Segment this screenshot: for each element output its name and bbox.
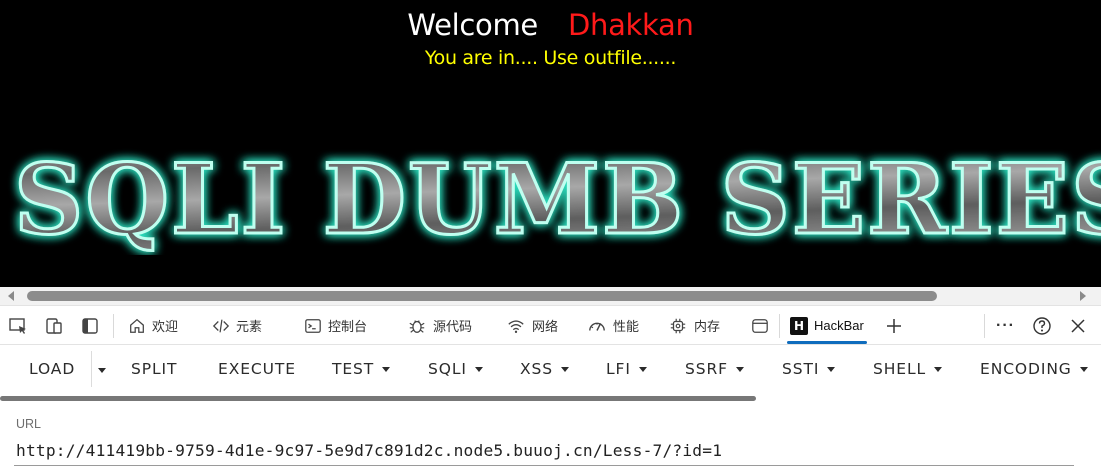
lfi-menu-button[interactable]: LFI xyxy=(606,345,647,393)
sqli-menu-button[interactable]: SQLI xyxy=(428,345,483,393)
button-label: ENCODING xyxy=(980,360,1072,378)
window-icon xyxy=(752,318,768,333)
tab-elements[interactable]: 元素 xyxy=(212,306,262,345)
scrollbar-thumb[interactable] xyxy=(27,291,937,301)
tab-label: 源代码 xyxy=(433,319,473,334)
dock-sidebar-icon[interactable] xyxy=(80,316,100,336)
execute-button[interactable]: EXECUTE xyxy=(218,345,296,393)
chevron-down-icon xyxy=(638,366,647,372)
ssti-menu-button[interactable]: SSTI xyxy=(782,345,836,393)
bug-icon xyxy=(409,319,425,333)
url-label: URL xyxy=(16,417,42,431)
button-label: TEST xyxy=(332,360,375,378)
split-button[interactable]: SPLIT xyxy=(131,345,177,393)
button-label: SSTI xyxy=(782,360,820,378)
tab-label: 元素 xyxy=(236,319,263,334)
close-icon[interactable] xyxy=(1068,316,1088,336)
home-icon xyxy=(130,318,144,333)
help-icon[interactable] xyxy=(1032,316,1052,336)
tab-console[interactable]: 控制台 xyxy=(304,306,367,345)
hackbar-toolbar: LOAD SPLIT EXECUTE TEST SQLI XSS LFI SSR… xyxy=(0,345,1101,395)
chevron-down-icon xyxy=(1079,366,1088,372)
tab-application[interactable] xyxy=(750,306,776,345)
code-icon xyxy=(212,319,230,332)
tab-network[interactable]: 网络 xyxy=(506,306,558,345)
tab-memory[interactable]: 内存 xyxy=(668,306,720,345)
devtools-tabbar: 欢迎 元素 控制台 源代码 网络 性能 内存 H HackBar ··· xyxy=(0,305,1101,345)
url-input[interactable]: http://411419bb-9759-4d1e-9c97-5e9d7c891… xyxy=(16,441,722,460)
page-viewport: Welcome Dhakkan You are in.... Use outfil… xyxy=(0,0,1101,287)
tab-separator xyxy=(779,314,780,338)
button-label: SQLI xyxy=(428,360,467,378)
scroll-right-arrow-icon[interactable] xyxy=(1080,291,1086,301)
tab-hackbar[interactable]: H HackBar xyxy=(787,306,867,345)
chevron-down-icon xyxy=(934,366,943,372)
wifi-icon xyxy=(508,319,524,333)
scroll-left-arrow-icon[interactable] xyxy=(8,291,14,301)
welcome-text: Welcome xyxy=(407,8,538,42)
tab-label: 控制台 xyxy=(328,319,368,334)
tab-label: 网络 xyxy=(532,319,559,334)
chevron-down-icon xyxy=(474,366,483,372)
add-tab-icon[interactable] xyxy=(884,316,904,336)
tab-performance[interactable]: 性能 xyxy=(587,306,639,345)
more-tools-button[interactable]: ··· xyxy=(996,306,1015,345)
encoding-menu-button[interactable]: ENCODING xyxy=(980,345,1088,393)
shell-menu-button[interactable]: SHELL xyxy=(873,345,943,393)
load-button[interactable]: LOAD xyxy=(29,345,75,393)
button-label: SHELL xyxy=(873,360,927,378)
gauge-icon xyxy=(589,322,605,331)
load-dropdown-icon[interactable] xyxy=(96,366,108,374)
tab-label: 性能 xyxy=(613,319,640,334)
chevron-down-icon xyxy=(827,366,836,372)
hackbar-logo-icon: H xyxy=(790,316,808,335)
chip-icon xyxy=(670,318,686,333)
welcome-line: Welcome Dhakkan xyxy=(0,8,1101,42)
tab-label: 欢迎 xyxy=(152,319,179,334)
load-split-separator xyxy=(91,351,92,387)
banner-logo: SQLI DUMB SERIES xyxy=(13,145,1101,255)
url-underline xyxy=(14,465,1074,466)
chevron-down-icon xyxy=(382,366,391,372)
tab-label: 内存 xyxy=(694,319,721,334)
test-menu-button[interactable]: TEST xyxy=(332,345,391,393)
chevron-down-icon xyxy=(561,366,569,372)
user-name: Dhakkan xyxy=(567,8,694,42)
button-label: LFI xyxy=(606,360,631,378)
tab-separator xyxy=(113,314,114,338)
banner-text: SQLI DUMB SERIES xyxy=(14,145,1101,255)
horizontal-scrollbar[interactable] xyxy=(0,287,1101,305)
tab-label: HackBar xyxy=(814,318,864,333)
xss-menu-button[interactable]: XSS xyxy=(520,345,569,393)
device-emulation-icon[interactable] xyxy=(44,316,64,336)
chevron-down-icon xyxy=(735,366,744,372)
button-label: SSRF xyxy=(685,360,728,378)
tab-separator xyxy=(984,314,985,338)
url-field[interactable]: URL http://411419bb-9759-4d1e-9c97-5e9d7… xyxy=(0,401,1101,471)
inspect-element-icon[interactable] xyxy=(8,316,28,336)
status-message: You are in.... Use outfile...... xyxy=(424,47,677,69)
tab-welcome[interactable]: 欢迎 xyxy=(128,306,178,345)
tab-sources[interactable]: 源代码 xyxy=(407,306,472,345)
ssrf-menu-button[interactable]: SSRF xyxy=(685,345,744,393)
console-icon xyxy=(305,318,321,333)
button-label: XSS xyxy=(520,360,553,378)
